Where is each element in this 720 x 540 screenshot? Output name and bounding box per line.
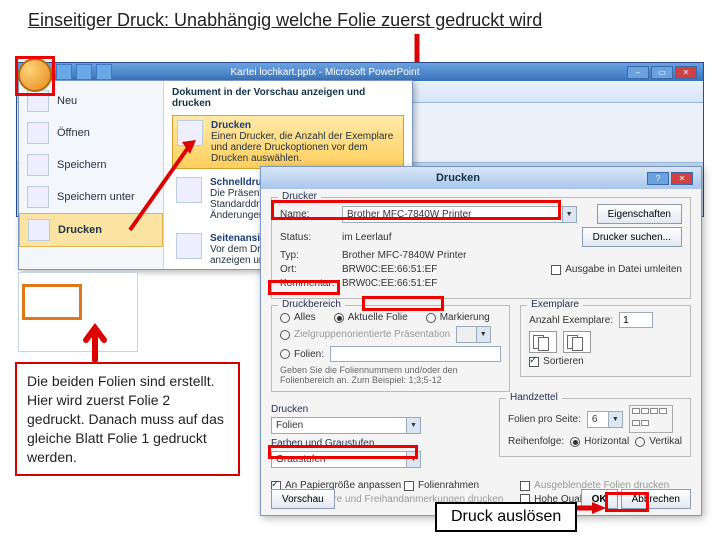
max-button[interactable]: ▭ <box>651 66 673 79</box>
radio-aktuelle-folie[interactable]: Aktuelle Folie <box>334 312 408 323</box>
printer-fieldset: Drucker Name: Brother MFC-7840W Printer▼… <box>271 197 691 299</box>
print-what-block: Drucken Folien▼ Farben und Graustufen Gr… <box>271 398 489 474</box>
handout-layout-icon <box>629 405 673 433</box>
name-label: Name: <box>280 209 336 220</box>
menu-right-heading: Dokument in der Vorschau anzeigen und dr… <box>172 87 404 109</box>
range-hint: Geben Sie die Foliennummern und/oder den… <box>280 365 501 385</box>
per-page-combo[interactable]: 6▼ <box>587 411 623 428</box>
arrow-to-thumbnail <box>80 322 110 365</box>
chevron-down-icon: ▼ <box>562 207 576 222</box>
dialog-titlebar: Drucken ? ✕ <box>261 167 701 189</box>
trigger-label: Druck auslösen <box>435 502 577 532</box>
collate-checkbox[interactable]: Sortieren <box>529 356 584 367</box>
copies-legend: Exemplare <box>527 299 583 310</box>
copies-fieldset: Exemplare Anzahl Exemplare: Sortieren <box>520 305 691 377</box>
dialog-title: Drucken <box>436 172 480 184</box>
print-dialog: Drucken ? ✕ Drucker Name: Brother MFC-78… <box>260 166 702 516</box>
min-button[interactable]: – <box>627 66 649 79</box>
print-what-combo[interactable]: Folien▼ <box>271 417 421 434</box>
annotation-note: Die beiden Folien sind erstellt. Hier wi… <box>15 362 240 476</box>
radio-alles[interactable]: Alles <box>280 312 316 323</box>
quick-access-toolbar[interactable] <box>56 64 112 84</box>
slides-input[interactable] <box>330 346 501 362</box>
radio-folien[interactable]: Folien: <box>280 349 324 360</box>
dialog-close-button[interactable]: ✕ <box>671 172 693 185</box>
close-button[interactable]: ✕ <box>675 66 697 79</box>
range-legend: Druckbereich <box>278 299 345 310</box>
slide-thumbnail-2[interactable] <box>22 284 82 320</box>
copies-input[interactable] <box>619 312 653 328</box>
save-icon <box>27 154 49 176</box>
ppt-title: Kartei lochkart.pptx - Microsoft PowerPo… <box>231 67 420 78</box>
to-file-checkbox[interactable]: Ausgabe in Datei umleiten <box>551 264 682 275</box>
help-button[interactable]: ? <box>647 172 669 185</box>
color-combo[interactable]: Graustufen▼ <box>271 451 421 468</box>
print-icon <box>28 219 50 241</box>
page-title: Einseitiger Druck: Unabhängig welche Fol… <box>28 10 542 31</box>
printer-combo[interactable]: Brother MFC-7840W Printer▼ <box>342 206 577 223</box>
printer-legend: Drucker <box>278 191 321 202</box>
radio-vertikal[interactable]: Vertikal <box>635 436 682 447</box>
radio-zielgruppe[interactable]: Zielgruppenorientierte Präsentation <box>280 329 450 340</box>
redo-icon[interactable] <box>96 64 112 80</box>
properties-button[interactable]: Eigenschaften <box>597 204 682 224</box>
undo-icon[interactable] <box>76 64 92 80</box>
arrow-to-print-option <box>120 130 210 243</box>
range-fieldset: Druckbereich Alles Aktuelle Folie Markie… <box>271 305 510 392</box>
saveas-icon <box>27 186 49 208</box>
radio-horizontal[interactable]: Horizontal <box>570 436 629 447</box>
open-icon <box>27 122 49 144</box>
save-icon[interactable] <box>56 64 72 80</box>
new-icon <box>27 90 49 112</box>
preview-button[interactable]: Vorschau <box>271 489 335 509</box>
collate-icon <box>563 331 591 353</box>
custom-combo: ▼ <box>456 326 490 343</box>
office-orb-button[interactable] <box>18 58 52 92</box>
ppt-titlebar: Kartei lochkart.pptx - Microsoft PowerPo… <box>17 63 703 81</box>
find-printer-button[interactable]: Drucker suchen... <box>582 227 682 247</box>
radio-markierung[interactable]: Markierung <box>426 312 490 323</box>
cancel-button[interactable]: Abbrechen <box>621 489 691 509</box>
handout-fieldset: Handzettel Folien pro Seite: 6▼ Reihenfo… <box>499 398 691 457</box>
collate-icon <box>529 331 557 353</box>
